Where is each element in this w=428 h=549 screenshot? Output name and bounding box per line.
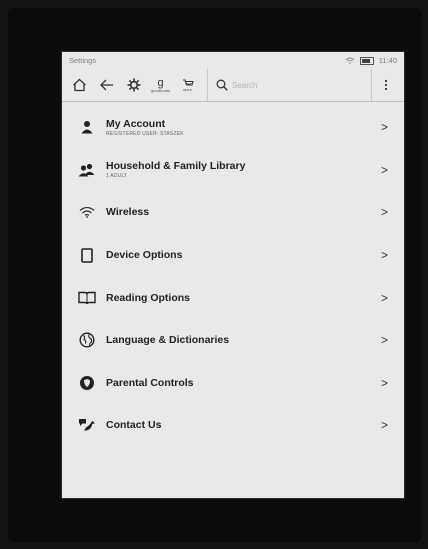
settings-item-language[interactable]: Language & Dictionaries >	[62, 319, 404, 362]
settings-item-household[interactable]: Household & Family Library 1 ADULT >	[62, 149, 404, 192]
settings-item-wireless[interactable]: Wireless >	[62, 191, 404, 234]
clock: 11:40	[378, 56, 397, 65]
settings-item-label: My Account	[106, 117, 166, 130]
battery-icon	[359, 56, 374, 65]
device-icon	[77, 245, 97, 265]
globe-icon	[77, 330, 97, 350]
search-field[interactable]: Search	[207, 69, 372, 101]
chevron-right-icon: >	[380, 120, 388, 135]
support-icon	[77, 415, 97, 435]
home-button[interactable]	[66, 69, 93, 101]
store-button[interactable]: store	[174, 69, 201, 101]
settings-item-label: Device Options	[106, 249, 183, 262]
shield-icon	[77, 373, 97, 393]
toolbar: g goodreads store Search	[62, 69, 404, 102]
more-menu-button[interactable]	[372, 79, 400, 91]
wifi-icon	[77, 202, 97, 222]
wifi-status-icon	[345, 57, 355, 64]
settings-item-label: Household & Family Library	[106, 160, 246, 173]
settings-item-reading-options[interactable]: Reading Options >	[62, 276, 404, 319]
chevron-right-icon: >	[380, 375, 388, 390]
book-icon	[77, 288, 97, 308]
settings-item-contact-us[interactable]: Contact Us >	[62, 404, 404, 447]
chevron-right-icon: >	[380, 333, 388, 348]
search-placeholder: Search	[232, 80, 258, 90]
settings-item-device-options[interactable]: Device Options >	[62, 234, 404, 277]
status-indicators: 11:40	[345, 56, 397, 65]
settings-item-my-account[interactable]: My Account REGISTERED USER: STASZEK >	[62, 106, 404, 149]
settings-item-subtitle: REGISTERED USER: STASZEK	[106, 130, 184, 137]
person-icon	[77, 117, 97, 137]
quick-settings-button[interactable]	[120, 69, 147, 101]
gear-icon	[127, 78, 141, 92]
goodreads-label: goodreads	[151, 87, 170, 93]
screen-title: Settings	[69, 56, 97, 65]
chevron-right-icon: >	[380, 205, 388, 220]
settings-list: My Account REGISTERED USER: STASZEK > Ho…	[62, 102, 404, 447]
chevron-right-icon: >	[380, 290, 388, 305]
settings-item-subtitle: 1 ADULT	[106, 173, 128, 180]
goodreads-button[interactable]: g goodreads	[147, 69, 174, 101]
home-icon	[72, 78, 87, 92]
settings-item-label: Parental Controls	[106, 376, 194, 389]
back-button[interactable]	[93, 69, 120, 101]
settings-item-parental-controls[interactable]: Parental Controls >	[62, 362, 404, 405]
more-vertical-icon	[384, 79, 388, 91]
people-icon	[77, 160, 97, 180]
settings-item-label: Language & Dictionaries	[106, 334, 230, 347]
settings-item-label: Contact Us	[106, 419, 162, 432]
search-icon	[216, 79, 228, 91]
goodreads-icon: g	[157, 76, 164, 89]
chevron-right-icon: >	[380, 418, 388, 433]
back-arrow-icon	[99, 79, 114, 91]
settings-item-label: Reading Options	[106, 291, 190, 304]
settings-item-label: Wireless	[106, 206, 150, 219]
chevron-right-icon: >	[380, 162, 388, 177]
chevron-right-icon: >	[380, 248, 388, 263]
kindle-screen: Settings 11:40 g goodreads store Search …	[62, 52, 404, 498]
status-bar: Settings 11:40	[62, 52, 404, 69]
store-label: store	[183, 86, 192, 92]
